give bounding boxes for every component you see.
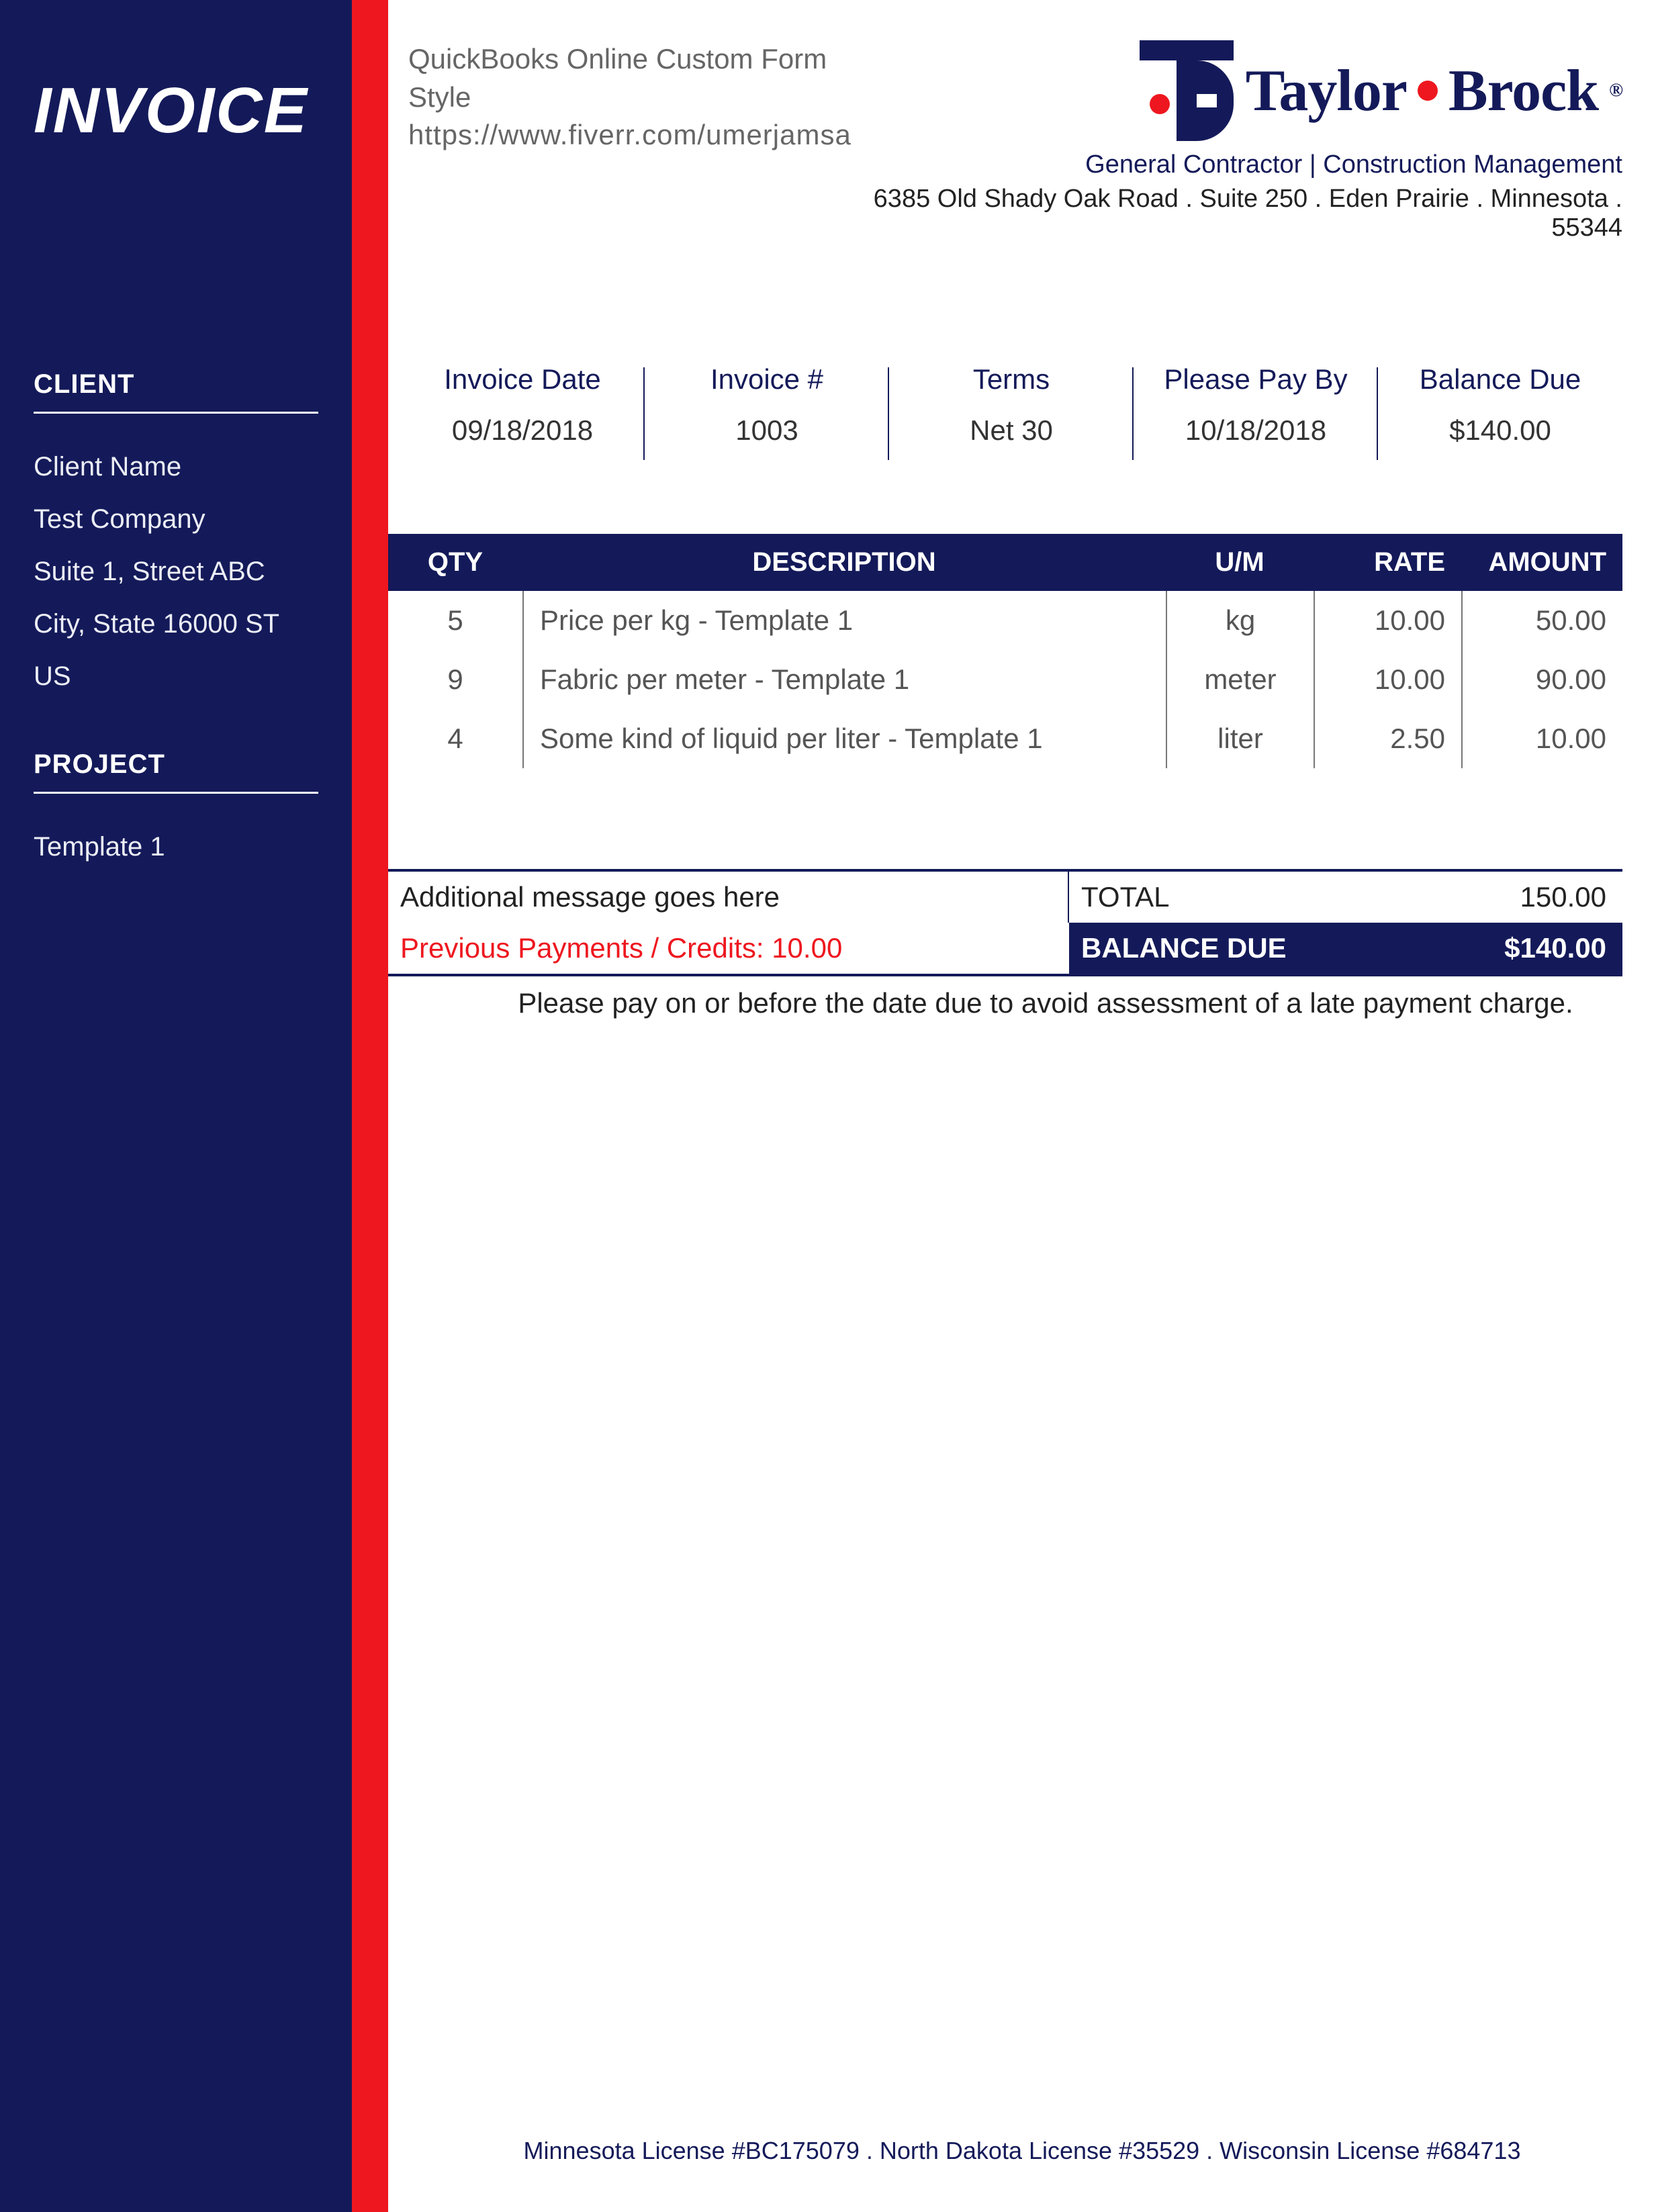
- brand-block: Taylor Brock ® General Contractor | Const…: [852, 40, 1622, 242]
- cell-desc: Price per kg - Template 1: [522, 591, 1166, 650]
- meta-pay-by: Please Pay By 10/18/2018: [1134, 363, 1378, 460]
- registered-icon: ®: [1609, 80, 1622, 101]
- client-company: Test Company: [34, 493, 318, 545]
- brand-address: 6385 Old Shady Oak Road . Suite 250 . Ed…: [852, 185, 1622, 242]
- col-desc: DESCRIPTION: [522, 534, 1166, 591]
- client-name: Client Name: [34, 441, 318, 493]
- meta-label: Please Pay By: [1140, 363, 1371, 396]
- brand-tagline: General Contractor | Construction Manage…: [852, 150, 1622, 179]
- totals-block: Additional message goes here TOTAL 150.0…: [388, 869, 1622, 976]
- client-city: City, State 16000 ST US: [34, 598, 318, 702]
- header-line2: https://www.fiverr.com/umerjamsa: [408, 116, 852, 154]
- tb-icon: [1140, 40, 1234, 141]
- sidebar: INVOICE CLIENT Client Name Test Company …: [0, 0, 352, 2212]
- cell-desc: Fabric per meter - Template 1: [522, 650, 1166, 709]
- client-heading: CLIENT: [34, 369, 318, 414]
- brand-part2: Brock: [1448, 57, 1598, 125]
- cell-um: kg: [1166, 591, 1314, 650]
- meta-balance-due: Balance Due $140.00: [1378, 363, 1622, 460]
- total-value: 150.00: [1375, 872, 1622, 923]
- brand-text: Taylor Brock ®: [1246, 57, 1622, 125]
- cell-rate: 10.00: [1314, 650, 1461, 709]
- cell-um: meter: [1166, 650, 1314, 709]
- col-um: U/M: [1166, 534, 1314, 591]
- cell-um: liter: [1166, 709, 1314, 768]
- cell-amount: 50.00: [1461, 591, 1622, 650]
- client-street: Suite 1, Street ABC: [34, 545, 318, 598]
- credits-text: Previous Payments / Credits: 10.00: [388, 923, 1069, 974]
- project-heading: PROJECT: [34, 749, 318, 794]
- table-row: 9 Fabric per meter - Template 1 meter 10…: [388, 650, 1622, 709]
- items-table: QTY DESCRIPTION U/M RATE AMOUNT 5 Price …: [388, 534, 1622, 768]
- table-header: QTY DESCRIPTION U/M RATE AMOUNT: [388, 534, 1622, 591]
- balance-label: BALANCE DUE: [1069, 923, 1375, 974]
- balance-row: Previous Payments / Credits: 10.00 BALAN…: [388, 923, 1622, 976]
- meta-value: Net 30: [896, 414, 1127, 447]
- cell-amount: 10.00: [1461, 709, 1622, 768]
- meta-value: $140.00: [1385, 414, 1616, 447]
- table-body: 5 Price per kg - Template 1 kg 10.00 50.…: [388, 591, 1622, 768]
- balance-value: $140.00: [1375, 923, 1622, 974]
- main-content: QuickBooks Online Custom Form Style http…: [388, 0, 1656, 2212]
- cell-qty: 9: [388, 650, 522, 709]
- meta-label: Terms: [896, 363, 1127, 396]
- table-row: 5 Price per kg - Template 1 kg 10.00 50.…: [388, 591, 1622, 650]
- col-qty: QTY: [388, 534, 522, 591]
- footer-licenses: Minnesota License #BC175079 . North Dako…: [388, 2137, 1656, 2165]
- project-name: Template 1: [34, 821, 318, 873]
- document-title: INVOICE: [0, 0, 352, 148]
- cell-desc: Some kind of liquid per liter - Template…: [522, 709, 1166, 768]
- sidebar-accent: [352, 0, 388, 2212]
- additional-message: Additional message goes here: [388, 872, 1068, 923]
- header-note: QuickBooks Online Custom Form Style http…: [408, 40, 852, 154]
- cell-amount: 90.00: [1461, 650, 1622, 709]
- meta-value: 09/18/2018: [407, 414, 638, 447]
- brand-logo: Taylor Brock ®: [852, 40, 1622, 141]
- meta-label: Invoice Date: [407, 363, 638, 396]
- cell-rate: 10.00: [1314, 591, 1461, 650]
- meta-terms: Terms Net 30: [889, 363, 1134, 460]
- meta-invoice-number: Invoice # 1003: [645, 363, 889, 460]
- table-row: 4 Some kind of liquid per liter - Templa…: [388, 709, 1622, 768]
- cell-qty: 5: [388, 591, 522, 650]
- meta-label: Balance Due: [1385, 363, 1616, 396]
- meta-invoice-date: Invoice Date 09/18/2018: [400, 363, 645, 460]
- cell-qty: 4: [388, 709, 522, 768]
- col-amount: AMOUNT: [1461, 534, 1622, 591]
- total-row: Additional message goes here TOTAL 150.0…: [388, 872, 1622, 923]
- invoice-meta: Invoice Date 09/18/2018 Invoice # 1003 T…: [400, 363, 1622, 460]
- meta-value: 1003: [651, 414, 882, 447]
- meta-label: Invoice #: [651, 363, 882, 396]
- payment-note: Please pay on or before the date due to …: [469, 987, 1622, 1019]
- header-line1: QuickBooks Online Custom Form Style: [408, 40, 852, 116]
- dot-icon: [1418, 81, 1438, 101]
- cell-rate: 2.50: [1314, 709, 1461, 768]
- meta-value: 10/18/2018: [1140, 414, 1371, 447]
- col-rate: RATE: [1314, 534, 1461, 591]
- header: QuickBooks Online Custom Form Style http…: [388, 0, 1656, 242]
- total-label: TOTAL: [1068, 872, 1375, 923]
- brand-part1: Taylor: [1246, 57, 1407, 125]
